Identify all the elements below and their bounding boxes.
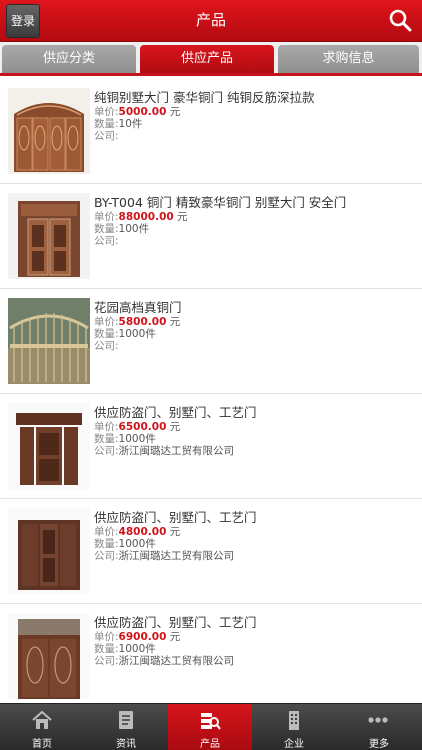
- bottom-tab-bar: 首页 资讯 产品 企业 更多: [0, 703, 422, 750]
- price-label: 单价:: [94, 211, 119, 223]
- tabbar-home-label: 首页: [32, 739, 52, 750]
- tabbar-products[interactable]: 产品: [168, 704, 252, 750]
- more-icon: [368, 717, 388, 723]
- product-image: [8, 403, 90, 489]
- price-label: 单价:: [94, 631, 119, 643]
- tab-supply-categories[interactable]: 供应分类: [2, 45, 136, 73]
- company-label: 公司:: [94, 130, 119, 142]
- qty-label: 数量:: [94, 328, 119, 340]
- news-icon: [119, 711, 133, 729]
- list-item[interactable]: 供应防盗门、别墅门、工艺门 单价:6500.00 元 数量:1000件 公司:浙…: [0, 394, 422, 499]
- product-name: 花园高档真铜门: [94, 300, 182, 315]
- currency-label: 元: [169, 421, 181, 433]
- company-label: 公司:: [94, 655, 119, 667]
- product-qty: 1000件: [118, 433, 156, 445]
- product-company: 浙江闽璐达工贸有限公司: [118, 655, 235, 667]
- company-label: 公司:: [94, 445, 119, 457]
- qty-label: 数量:: [94, 643, 119, 655]
- list-item[interactable]: BY-T004 铜门 精致豪华铜门 别墅大门 安全门 单价:88000.00 元…: [0, 184, 422, 289]
- tabbar-more[interactable]: 更多: [336, 704, 422, 750]
- price-label: 单价:: [94, 421, 119, 433]
- product-qty: 100件: [118, 223, 150, 235]
- product-company: 浙江闽璐达工贸有限公司: [118, 445, 235, 457]
- company-label: 公司:: [94, 235, 119, 247]
- price-label: 单价:: [94, 526, 119, 538]
- list-item[interactable]: 纯铜别墅大门 豪华铜门 纯铜反筋深拉款 单价:5000.00 元 数量:10件 …: [0, 79, 422, 184]
- tabbar-home[interactable]: 首页: [0, 704, 84, 750]
- category-tabs: 供应分类 供应产品 求购信息: [0, 42, 422, 76]
- product-image: [8, 298, 90, 384]
- qty-label: 数量:: [94, 223, 119, 235]
- product-qty: 1000件: [118, 643, 156, 655]
- home-icon: [32, 710, 52, 729]
- tabbar-products-label: 产品: [200, 739, 220, 750]
- company-label: 公司:: [94, 340, 119, 352]
- list-item[interactable]: 供应防盗门、别墅门、工艺门 单价:4800.00 元 数量:1000件 公司:浙…: [0, 499, 422, 604]
- product-qty: 1000件: [118, 538, 156, 550]
- product-name: 供应防盗门、别墅门、工艺门: [94, 510, 257, 525]
- product-price: 4800.00: [118, 526, 167, 538]
- product-company: 浙江闽璐达工贸有限公司: [118, 550, 235, 562]
- product-image: [8, 193, 90, 279]
- product-name: 供应防盗门、别墅门、工艺门: [94, 615, 257, 630]
- price-label: 单价:: [94, 316, 119, 328]
- product-image: [8, 508, 90, 594]
- product-price: 6900.00: [118, 631, 167, 643]
- product-price: 5000.00: [118, 106, 167, 118]
- product-name: 供应防盗门、别墅门、工艺门: [94, 405, 257, 420]
- price-label: 单价:: [94, 106, 119, 118]
- product-image: [8, 613, 90, 699]
- product-price: 5800.00: [118, 316, 167, 328]
- product-qty: 10件: [118, 118, 143, 130]
- list-item[interactable]: 花园高档真铜门 单价:5800.00 元 数量:1000件 公司:: [0, 289, 422, 394]
- qty-label: 数量:: [94, 433, 119, 445]
- tabbar-company[interactable]: 企业: [252, 704, 336, 750]
- page-title: 产品: [195, 11, 226, 29]
- product-qty: 1000件: [118, 328, 156, 340]
- currency-label: 元: [169, 631, 181, 643]
- qty-label: 数量:: [94, 538, 119, 550]
- product-image: [8, 88, 90, 174]
- products-icon: [201, 713, 221, 730]
- tab-supply-products[interactable]: 供应产品: [140, 45, 274, 73]
- product-price: 6500.00: [118, 421, 167, 433]
- list-item[interactable]: 供应防盗门、别墅门、工艺门 单价:6900.00 元 数量:1000件 公司:浙…: [0, 604, 422, 703]
- currency-label: 元: [169, 316, 181, 328]
- tabbar-company-label: 企业: [284, 739, 304, 750]
- company-label: 公司:: [94, 550, 119, 562]
- product-name: 纯铜别墅大门 豪华铜门 纯铜反筋深拉款: [94, 90, 315, 105]
- tab-purchase-info[interactable]: 求购信息: [278, 45, 419, 73]
- tabbar-news[interactable]: 资讯: [84, 704, 168, 750]
- tabbar-more-label: 更多: [369, 739, 389, 750]
- product-list: 纯铜别墅大门 豪华铜门 纯铜反筋深拉款 单价:5000.00 元 数量:10件 …: [0, 79, 422, 703]
- search-icon[interactable]: [388, 8, 412, 32]
- currency-label: 元: [177, 211, 188, 223]
- top-bar: 登录 产品: [0, 0, 422, 42]
- currency-label: 元: [169, 106, 181, 118]
- tabbar-news-label: 资讯: [116, 739, 136, 750]
- qty-label: 数量:: [94, 118, 119, 130]
- currency-label: 元: [169, 526, 181, 538]
- product-name: BY-T004 铜门 精致豪华铜门 别墅大门 安全门: [94, 195, 347, 210]
- building-icon: [289, 711, 299, 730]
- product-price: 88000.00: [118, 211, 174, 223]
